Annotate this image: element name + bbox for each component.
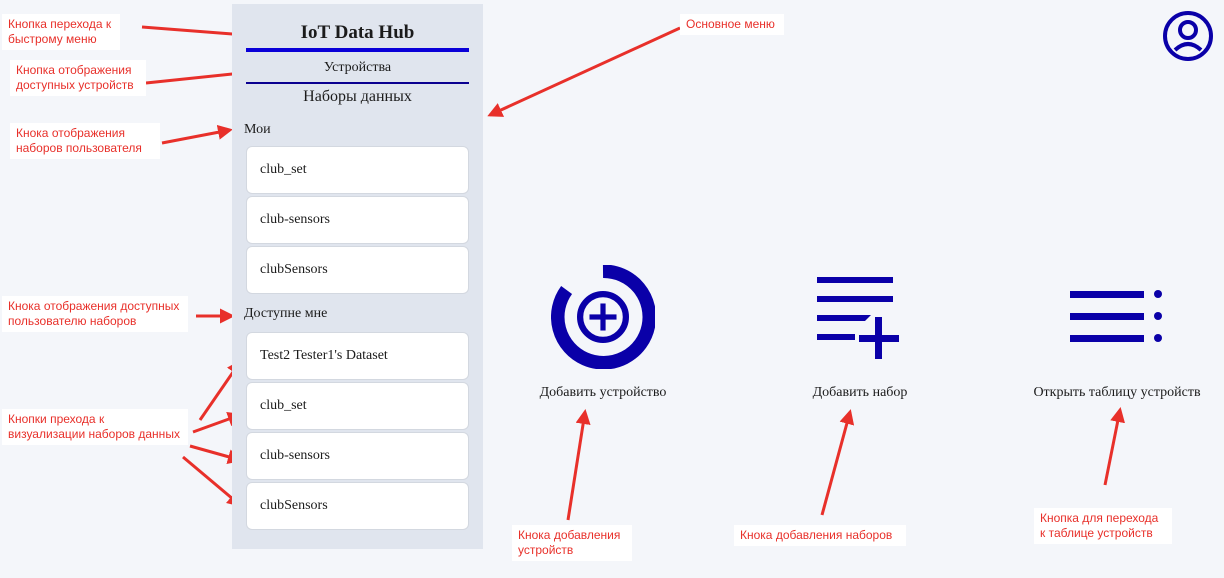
arrow-add-device	[566, 409, 591, 521]
playlist-add-icon	[817, 277, 899, 359]
my-dataset-item[interactable]: club_set	[246, 146, 469, 194]
user-circle-icon	[1163, 11, 1213, 61]
nav-devices[interactable]: Устройства	[246, 60, 469, 76]
app-title[interactable]: IoT Data Hub	[246, 22, 469, 44]
add-dataset-button[interactable]: Добавить набор	[745, 262, 975, 401]
nav-datasets[interactable]: Наборы данных	[246, 88, 469, 106]
shared-dataset-item[interactable]: club-sensors	[246, 432, 469, 480]
add-device-button[interactable]: Добавить устройство	[488, 262, 718, 401]
add-dataset-label: Добавить набор	[812, 385, 908, 400]
shared-dataset-item[interactable]: club_set	[246, 382, 469, 430]
annotation-shared-sets: Кнока отображения доступных пользователю …	[2, 296, 188, 332]
add-circle-icon	[551, 265, 655, 369]
arrow-my-sets	[161, 124, 233, 145]
annotation-my-sets: Кнока отображения наборов пользователя	[10, 123, 160, 159]
title-divider	[246, 48, 469, 52]
annotation-devices-table: Кнопка для перехода к таблице устройств	[1034, 508, 1172, 544]
sidebar: IoT Data Hub Устройства Наборы данных Мо…	[232, 4, 483, 549]
annotation-visualize: Кнопки прехода к визуализации наборов дан…	[2, 409, 188, 445]
annotation-devices-button: Кнопка отображения доступных устройств	[10, 60, 146, 96]
profile-button[interactable]	[1162, 10, 1214, 62]
list-menu-icon	[1070, 290, 1162, 342]
open-devices-table-button[interactable]: Открыть таблицу устройств	[1002, 262, 1224, 401]
shared-datasets-heading[interactable]: Доступне мне	[244, 306, 327, 322]
arrow-main-menu	[487, 26, 681, 117]
my-dataset-item[interactable]: clubSensors	[246, 246, 469, 294]
my-dataset-item[interactable]: club-sensors	[246, 196, 469, 244]
my-datasets-heading[interactable]: Мои	[244, 122, 271, 138]
shared-dataset-item[interactable]: Test2 Tester1's Dataset	[246, 332, 469, 380]
annotation-quick-menu: Кнопка перехода к быстрому меню	[2, 14, 120, 50]
arrow-add-dataset	[820, 409, 855, 516]
arrow-devices-table	[1103, 407, 1126, 486]
shared-dataset-item[interactable]: clubSensors	[246, 482, 469, 530]
nav-divider	[246, 82, 469, 84]
open-devices-table-label: Открыть таблицу устройств	[1033, 385, 1201, 400]
annotation-main-menu: Основное меню	[680, 14, 784, 35]
annotation-add-dataset: Кнока добавления наборов	[734, 525, 906, 546]
add-device-label: Добавить устройство	[539, 385, 667, 400]
annotation-add-device: Кнока добавления устройств	[512, 525, 632, 561]
